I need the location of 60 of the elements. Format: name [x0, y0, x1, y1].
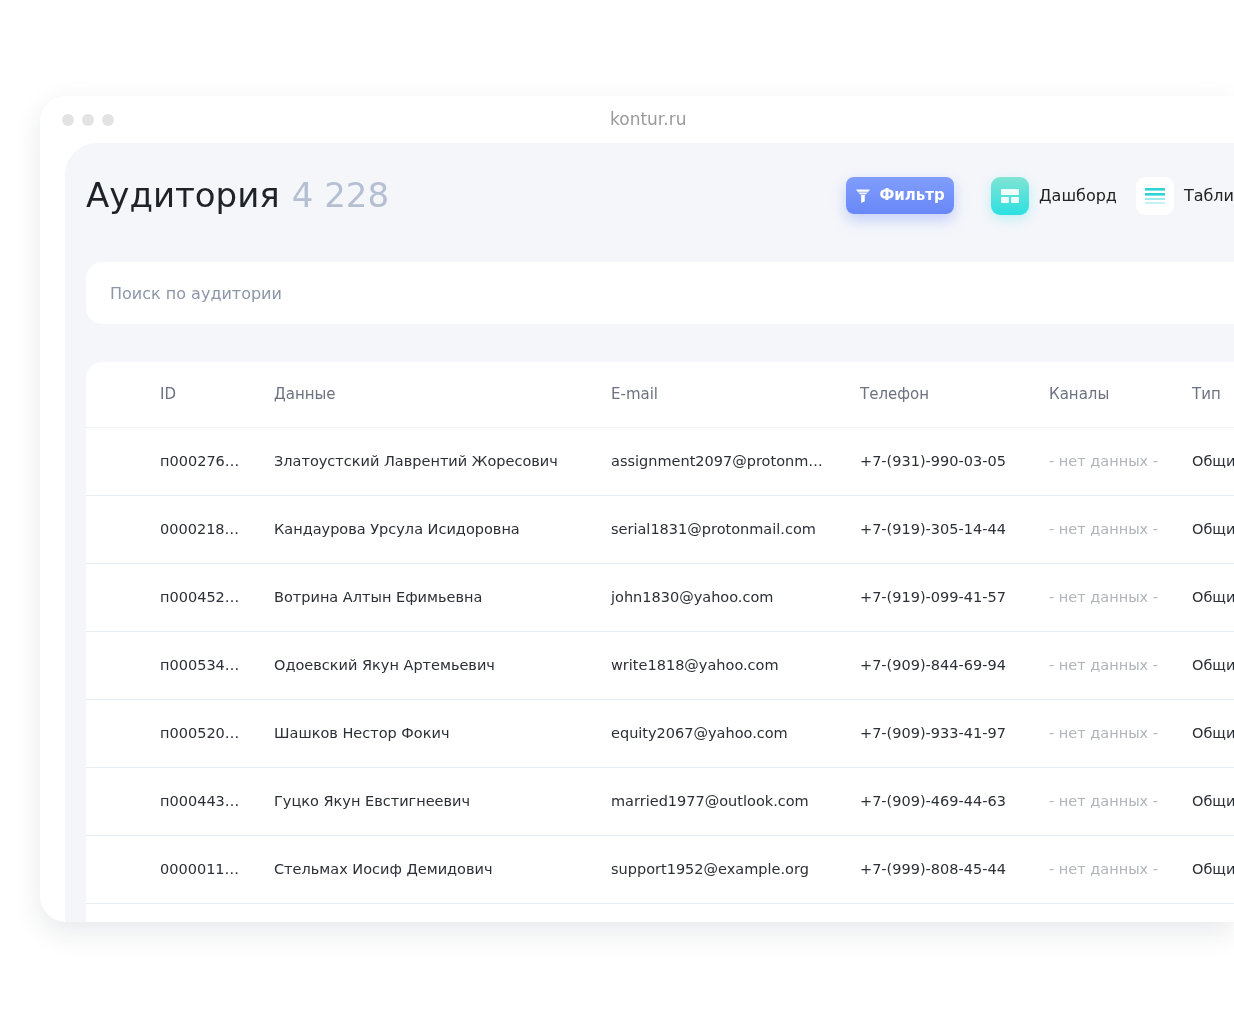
table-cell-text: Общи: [1192, 451, 1234, 471]
table-cell-text: Шашков Нестор Фокич: [274, 723, 451, 743]
table-cell-text: assignment2097@protonm…: [611, 451, 824, 471]
table-cell-text: п000520…: [160, 723, 241, 743]
table-cell-text: - нет данных -: [1049, 451, 1160, 471]
table-cell-text: п000452…: [160, 587, 241, 607]
lines-icon: [1135, 176, 1174, 215]
table-cell-text: Кандаурова Урсула Исидоровна: [274, 519, 521, 539]
table-cell-text: Общи: [1192, 519, 1234, 539]
table-cell-text: serial1831@protonmail.com: [611, 519, 817, 539]
dot-icon: [62, 113, 74, 126]
page-title: Аудитория: [86, 176, 280, 215]
table-cell-text: 0000011…: [160, 859, 241, 879]
table-cell-text: Общи: [1192, 655, 1234, 675]
table-cell-text: +7-(909)-844-69-94: [860, 655, 1007, 675]
layout-icon: [991, 176, 1030, 215]
table-cell-text: john1830@yahoo.com: [611, 587, 775, 607]
column-header: ID: [160, 384, 177, 406]
table-cell-text: п000443…: [160, 791, 241, 811]
table-cell-text: - нет данных -: [1049, 791, 1160, 811]
dashboard-button[interactable]: Дашборд: [991, 176, 1117, 215]
table-cell-text: support1952@example.org: [611, 859, 810, 879]
table-cell-text: Общи: [1192, 791, 1234, 811]
table-cell-text: - нет данных -: [1049, 723, 1160, 743]
table-cell-text: п000534…: [160, 655, 241, 675]
table-cell-text: +7-(919)-305-14-44: [860, 519, 1007, 539]
table-cell-text: +7-(909)-469-44-63: [860, 791, 1007, 811]
table-cell-text: married1977@outlook.com: [611, 791, 810, 811]
column-header: Телефон: [860, 384, 931, 406]
table-cell-text: - нет данных -: [1049, 519, 1160, 539]
funnel-icon: [855, 187, 872, 204]
table-cell-text: 0000218…: [160, 519, 241, 539]
dot-icon: [82, 113, 94, 126]
table-cell-text: Общи: [1192, 587, 1234, 607]
table-cell-text: Общи: [1192, 859, 1234, 879]
table-cell-text: equity2067@yahoo.com: [611, 723, 789, 743]
table-cell-text: Стельмах Иосиф Демидович: [274, 859, 494, 879]
table-cell-text: Гуцко Якун Евстигнеевич: [274, 791, 472, 811]
table-cell-text: Общи: [1192, 723, 1234, 743]
table-cell-text: Златоустский Лаврентий Жоресович: [274, 451, 559, 471]
audience-count: 4 228: [291, 176, 390, 215]
table-cell-text: +7-(999)-808-45-44: [860, 859, 1007, 879]
table-cell-text: - нет данных -: [1049, 655, 1160, 675]
table-cell-text: +7-(909)-933-41-97: [860, 723, 1007, 743]
table-cell-text: Одоевский Якун Артемьевич: [274, 655, 496, 675]
table-view-button[interactable]: Табли: [1135, 176, 1234, 215]
table-cell-text: +7-(919)-099-41-57: [860, 587, 1007, 607]
column-header: Данные: [274, 384, 337, 406]
column-header: E-mail: [611, 384, 660, 406]
column-header: Тип: [1192, 384, 1222, 406]
address-text: kontur.ru: [610, 107, 687, 131]
table-cell-text: - нет данных -: [1049, 587, 1160, 607]
table-cell-text: Вотрина Алтын Ефимьевна: [274, 587, 484, 607]
column-header: Каналы: [1049, 384, 1111, 406]
table-cell-text: - нет данных -: [1049, 859, 1160, 879]
table-cell-text: +7-(931)-990-03-05: [860, 451, 1007, 471]
search-field[interactable]: Поиск по аудитории: [86, 262, 1234, 324]
table-cell-text: п000276…: [160, 451, 241, 471]
table-cell-text: write1818@yahoo.com: [611, 655, 780, 675]
dot-icon: [102, 113, 114, 126]
